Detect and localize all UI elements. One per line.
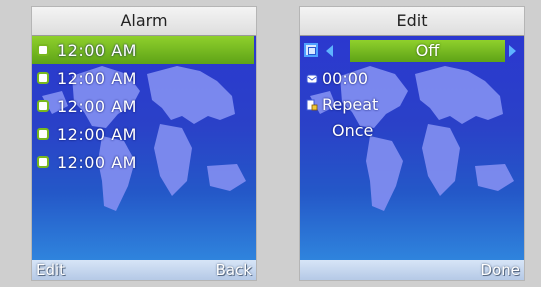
right-arrow-icon[interactable] <box>509 45 516 57</box>
edit-softkey[interactable]: Edit <box>36 260 65 280</box>
softkey-bar: Done <box>300 260 524 280</box>
alarm-time: 12:00 AM <box>57 40 137 60</box>
alarm-checkbox[interactable] <box>37 44 49 56</box>
done-softkey[interactable]: Done <box>481 260 520 280</box>
edit-screen: Edit Off 00:00 Repeat Once Done <box>300 7 524 280</box>
alarm-item[interactable]: 12:00 AM <box>32 64 256 92</box>
repeat-value-row[interactable]: Once <box>300 118 524 144</box>
alarm-item[interactable]: 12:00 AM <box>32 92 256 120</box>
alarm-list: 12:00 AM 12:00 AM 12:00 AM 12:00 AM 12:0… <box>32 36 256 176</box>
back-softkey[interactable]: Back <box>216 260 252 280</box>
alarm-checkbox[interactable] <box>37 72 49 84</box>
repeat-row[interactable]: Repeat <box>300 92 524 118</box>
alarm-checkbox[interactable] <box>37 156 49 168</box>
alarm-checkbox[interactable] <box>37 128 49 140</box>
repeat-label: Repeat <box>322 95 379 114</box>
edit-content: Off 00:00 Repeat Once <box>300 36 524 260</box>
status-value[interactable]: Off <box>350 40 505 62</box>
alarm-time: 12:00 AM <box>57 152 137 172</box>
alarm-time: 12:00 AM <box>57 68 137 88</box>
status-selector[interactable]: Off <box>300 40 524 62</box>
alarm-item[interactable]: 12:00 AM <box>32 120 256 148</box>
alarm-screen: Alarm 12:00 AM 12:00 AM 12:00 AM 12:00 A… <box>32 7 256 280</box>
alarm-title: Alarm <box>32 7 256 36</box>
repeat-icon <box>306 99 318 111</box>
repeat-value: Once <box>332 121 374 140</box>
stage: Alarm 12:00 AM 12:00 AM 12:00 AM 12:00 A… <box>0 0 541 287</box>
status-icon <box>304 43 318 57</box>
time-row[interactable]: 00:00 <box>300 66 524 92</box>
alarm-checkbox[interactable] <box>37 100 49 112</box>
envelope-icon <box>306 74 318 84</box>
alarm-item[interactable]: 12:00 AM <box>32 148 256 176</box>
alarm-time: 12:00 AM <box>57 124 137 144</box>
alarm-content: 12:00 AM 12:00 AM 12:00 AM 12:00 AM 12:0… <box>32 36 256 260</box>
time-value: 00:00 <box>322 69 369 88</box>
softkey-bar: Edit Back <box>32 260 256 280</box>
alarm-time: 12:00 AM <box>57 96 137 116</box>
left-arrow-icon[interactable] <box>326 45 333 57</box>
alarm-item[interactable]: 12:00 AM <box>32 36 254 64</box>
edit-title: Edit <box>300 7 524 36</box>
